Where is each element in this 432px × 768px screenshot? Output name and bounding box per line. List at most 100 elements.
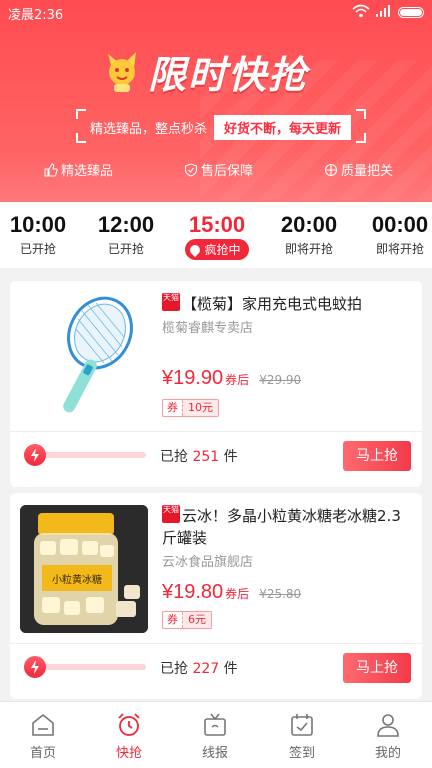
- calendar-check-icon: [291, 714, 313, 736]
- progress-track: [30, 664, 146, 670]
- tab-status: 已开抢: [19, 242, 56, 256]
- tab-time: 12:00: [97, 212, 155, 237]
- sold-count: 227: [192, 661, 220, 677]
- coupon-amount: 10元: [183, 400, 218, 416]
- sold-unit: 件: [223, 661, 238, 677]
- tab-status: 即将开抢: [284, 242, 333, 256]
- product-card[interactable]: 小粒黄冰糖 天猫 云冰！多晶小粒黄冰糖老冰糖2.3斤罐装 云冰食品旗舰店 ¥19.…: [10, 493, 422, 699]
- tab-10-00[interactable]: 10:00 已开抢: [0, 212, 80, 257]
- product-image[interactable]: 小粒黄冰糖: [20, 505, 148, 633]
- page-title: 限时快抢: [148, 52, 309, 97]
- slogan-right: 好货不断，每天更新: [214, 115, 352, 140]
- sold-count: 251: [192, 449, 220, 465]
- shop-name[interactable]: 云冰食品旗舰店: [162, 551, 412, 570]
- product-info: 天猫 云冰！多晶小粒黄冰糖老冰糖2.3斤罐装 云冰食品旗舰店: [162, 505, 412, 570]
- banner-header: 凌晨2:36 限时快抢 精选臻品，整点秒杀 好货不断，每天更新 精选臻品 售后保…: [0, 0, 432, 202]
- product-title-text: 云冰！多晶小粒黄冰糖老冰糖2.3斤罐装: [162, 507, 401, 547]
- nav-label: 快抢: [115, 746, 142, 761]
- wifi-icon: [352, 4, 370, 18]
- nav-label: 签到: [288, 746, 315, 761]
- product-title[interactable]: 天猫 【榄菊】家用充电式电蚊拍: [162, 293, 412, 315]
- price-row: ¥19.80 券后 ¥25.80: [162, 581, 301, 604]
- feature-item: 质量把关: [324, 160, 393, 179]
- slogan-left: 精选臻品，整点秒杀: [90, 122, 208, 137]
- tab-status: 即将开抢: [375, 242, 424, 256]
- time-tabs: 10:00 已开抢 12:00 已开抢 15:00 疯抢中 20:00 即将开抢…: [0, 202, 432, 268]
- divider: [10, 643, 422, 644]
- rock-sugar-jar-image: 小粒黄冰糖: [20, 505, 148, 633]
- tab-00-00[interactable]: 00:00 即将开抢: [358, 212, 432, 257]
- product-image[interactable]: [20, 293, 148, 421]
- nav-item-news[interactable]: 线报: [172, 712, 258, 761]
- feature-label: 质量把关: [341, 164, 394, 179]
- coupon-amount: 6元: [183, 612, 211, 628]
- price: ¥19.80: [162, 581, 224, 603]
- feature-item: 精选臻品: [44, 160, 113, 179]
- user-icon: [377, 714, 399, 737]
- tab-status: 已开抢: [107, 242, 144, 256]
- status-time: 凌晨2:36: [8, 8, 64, 23]
- coupon-badge: 券 10元: [162, 399, 219, 417]
- fire-icon: [188, 242, 203, 257]
- sold-prefix: 已抢: [160, 449, 188, 465]
- sold-count-text: 已抢 227 件: [160, 658, 238, 678]
- tmall-icon: 天猫: [162, 293, 180, 311]
- jar-label: 小粒黄冰糖: [52, 573, 102, 586]
- shop-name[interactable]: 榄菊睿麒专卖店: [162, 317, 412, 336]
- price-suffix: 券后: [225, 373, 250, 387]
- price-row: ¥19.90 券后 ¥29.90: [162, 367, 301, 390]
- product-title-text: 【榄菊】家用充电式电蚊拍: [182, 295, 363, 313]
- active-status-badge: 疯抢中: [185, 239, 249, 260]
- tv-icon: [204, 713, 226, 736]
- nav-item-flash-sale[interactable]: 快抢: [86, 712, 172, 761]
- feature-row: 精选臻品 售后保障 质量把关: [0, 160, 432, 182]
- tab-time: 20:00: [280, 212, 338, 237]
- coupon-label: 券: [163, 612, 183, 628]
- feature-label: 精选臻品: [61, 164, 114, 179]
- home-icon: [32, 713, 54, 736]
- thumbs-up-icon: [44, 162, 58, 177]
- lightning-icon: [24, 444, 46, 466]
- sold-progress: [24, 444, 148, 466]
- nav-label: 首页: [29, 746, 56, 761]
- original-price: ¥29.90: [259, 373, 302, 387]
- coupon-label: 券: [163, 400, 183, 416]
- feature-label: 售后保障: [201, 164, 254, 179]
- mosquito-swatter-image: [63, 296, 133, 413]
- tab-12-00[interactable]: 12:00 已开抢: [84, 212, 168, 257]
- tab-time: 00:00: [371, 212, 429, 237]
- original-price: ¥25.80: [259, 587, 302, 601]
- tab-20-00[interactable]: 20:00 即将开抢: [267, 212, 351, 257]
- buy-now-button[interactable]: 马上抢: [343, 441, 411, 471]
- signal-icon: [376, 5, 390, 17]
- tab-15-00[interactable]: 15:00 疯抢中: [175, 212, 259, 260]
- product-info: 天猫 【榄菊】家用充电式电蚊拍 榄菊睿麒专卖店: [162, 293, 412, 336]
- status-bar: 凌晨2:36: [0, 0, 432, 24]
- coupon-badge: 券 6元: [162, 611, 212, 629]
- buy-now-button[interactable]: 马上抢: [343, 653, 411, 683]
- sold-progress: [24, 656, 148, 678]
- product-title[interactable]: 天猫 云冰！多晶小粒黄冰糖老冰糖2.3斤罐装: [162, 505, 412, 549]
- nav-label: 我的: [374, 746, 401, 761]
- tab-time: 10:00: [9, 212, 67, 237]
- nav-item-mine[interactable]: 我的: [345, 712, 431, 761]
- feature-item: 售后保障: [184, 160, 253, 179]
- nav-item-home[interactable]: 首页: [0, 712, 86, 761]
- slogan-frame: 精选臻品，整点秒杀 好货不断，每天更新: [76, 109, 366, 143]
- tab-status: 疯抢中: [204, 243, 241, 257]
- nav-label: 线报: [201, 746, 228, 761]
- battery-icon: [398, 7, 424, 18]
- price-suffix: 券后: [225, 587, 250, 601]
- nav-item-checkin[interactable]: 签到: [259, 712, 345, 761]
- alarm-clock-icon: [118, 713, 140, 736]
- quality-icon: [324, 163, 338, 176]
- fox-logo-icon: [108, 52, 136, 92]
- banner-title-row: 限时快抢: [104, 44, 308, 98]
- tab-time: 15:00: [188, 212, 246, 237]
- product-card[interactable]: 天猫 【榄菊】家用充电式电蚊拍 榄菊睿麒专卖店 ¥19.90 券后 ¥29.90 …: [10, 281, 422, 487]
- lightning-icon: [24, 656, 46, 678]
- sold-unit: 件: [223, 449, 238, 465]
- tmall-icon: 天猫: [162, 505, 180, 523]
- divider: [10, 431, 422, 432]
- price: ¥19.90: [162, 367, 224, 389]
